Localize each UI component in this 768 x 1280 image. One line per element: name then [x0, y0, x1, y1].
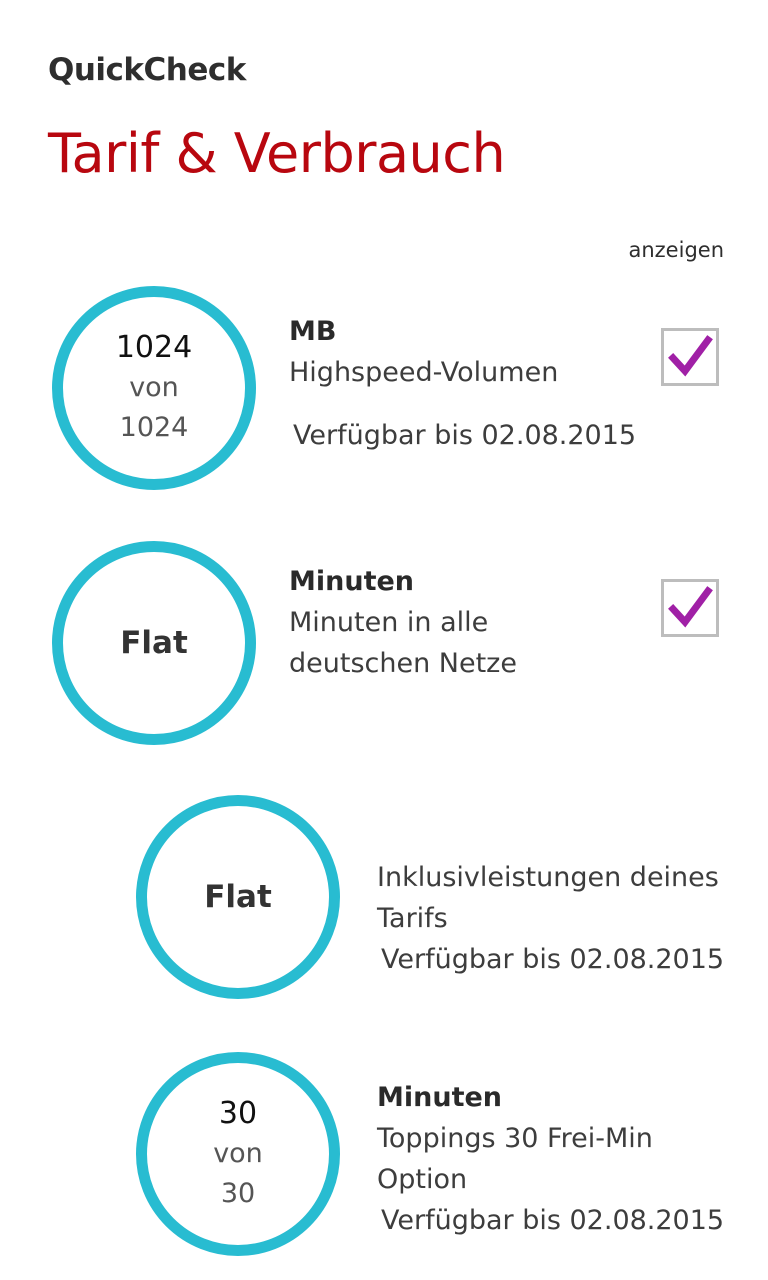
item-description: Highspeed-Volumen: [289, 357, 559, 388]
checkmark-icon: [668, 586, 713, 628]
usage-remaining-value: 30: [218, 1096, 258, 1131]
usage-ring-minutes: Flat: [52, 541, 256, 745]
item-description-line1: Toppings 30 Frei-Min: [377, 1123, 653, 1154]
item-unit: Minuten: [377, 1082, 503, 1113]
show-minutes-checkbox[interactable]: [661, 579, 719, 637]
tariff-item-toppings[interactable]: Minuten Toppings 30 Frei-Min Option Verf…: [377, 1077, 724, 1241]
app-title: QuickCheck: [48, 52, 246, 88]
show-column-label: anzeigen: [628, 238, 724, 262]
item-description-line1: Inklusivleistungen deines: [377, 862, 719, 893]
usage-ring-inclusive: Flat: [136, 795, 340, 999]
tariff-item-data[interactable]: MB Highspeed-Volumen Verfügbar bis 02.08…: [289, 311, 636, 456]
usage-total-value: 30: [220, 1178, 256, 1209]
item-description-line1: Minuten in alle: [289, 607, 489, 638]
checkmark-icon: [668, 335, 713, 377]
item-valid-until: Verfügbar bis 02.08.2015: [293, 420, 637, 451]
flat-label: Flat: [204, 879, 272, 915]
flat-label: Flat: [120, 625, 188, 661]
item-unit: Minuten: [289, 566, 415, 597]
item-description-line2: Option: [377, 1164, 468, 1195]
usage-ring-toppings: 30 von 30: [136, 1052, 340, 1256]
tariff-item-inclusive[interactable]: Inklusivleistungen deines Tarifs Verfügb…: [377, 857, 724, 980]
tariff-item-minutes[interactable]: Minuten Minuten in alle deutschen Netze: [289, 561, 517, 684]
item-description-line2: Tarifs: [377, 903, 448, 934]
item-valid-until: Verfügbar bis 02.08.2015: [381, 1205, 725, 1236]
page-title: Tarif & Verbrauch: [48, 122, 506, 185]
usage-of-label: von: [213, 1138, 263, 1169]
usage-total-value: 1024: [119, 412, 189, 443]
item-description-line2: deutschen Netze: [289, 648, 517, 679]
item-unit: MB: [289, 316, 337, 347]
item-valid-until: Verfügbar bis 02.08.2015: [381, 944, 725, 975]
usage-of-label: von: [129, 372, 179, 403]
show-data-checkbox[interactable]: [661, 328, 719, 386]
usage-remaining-value: 1024: [115, 330, 193, 365]
usage-ring-data: 1024 von 1024: [52, 286, 256, 490]
